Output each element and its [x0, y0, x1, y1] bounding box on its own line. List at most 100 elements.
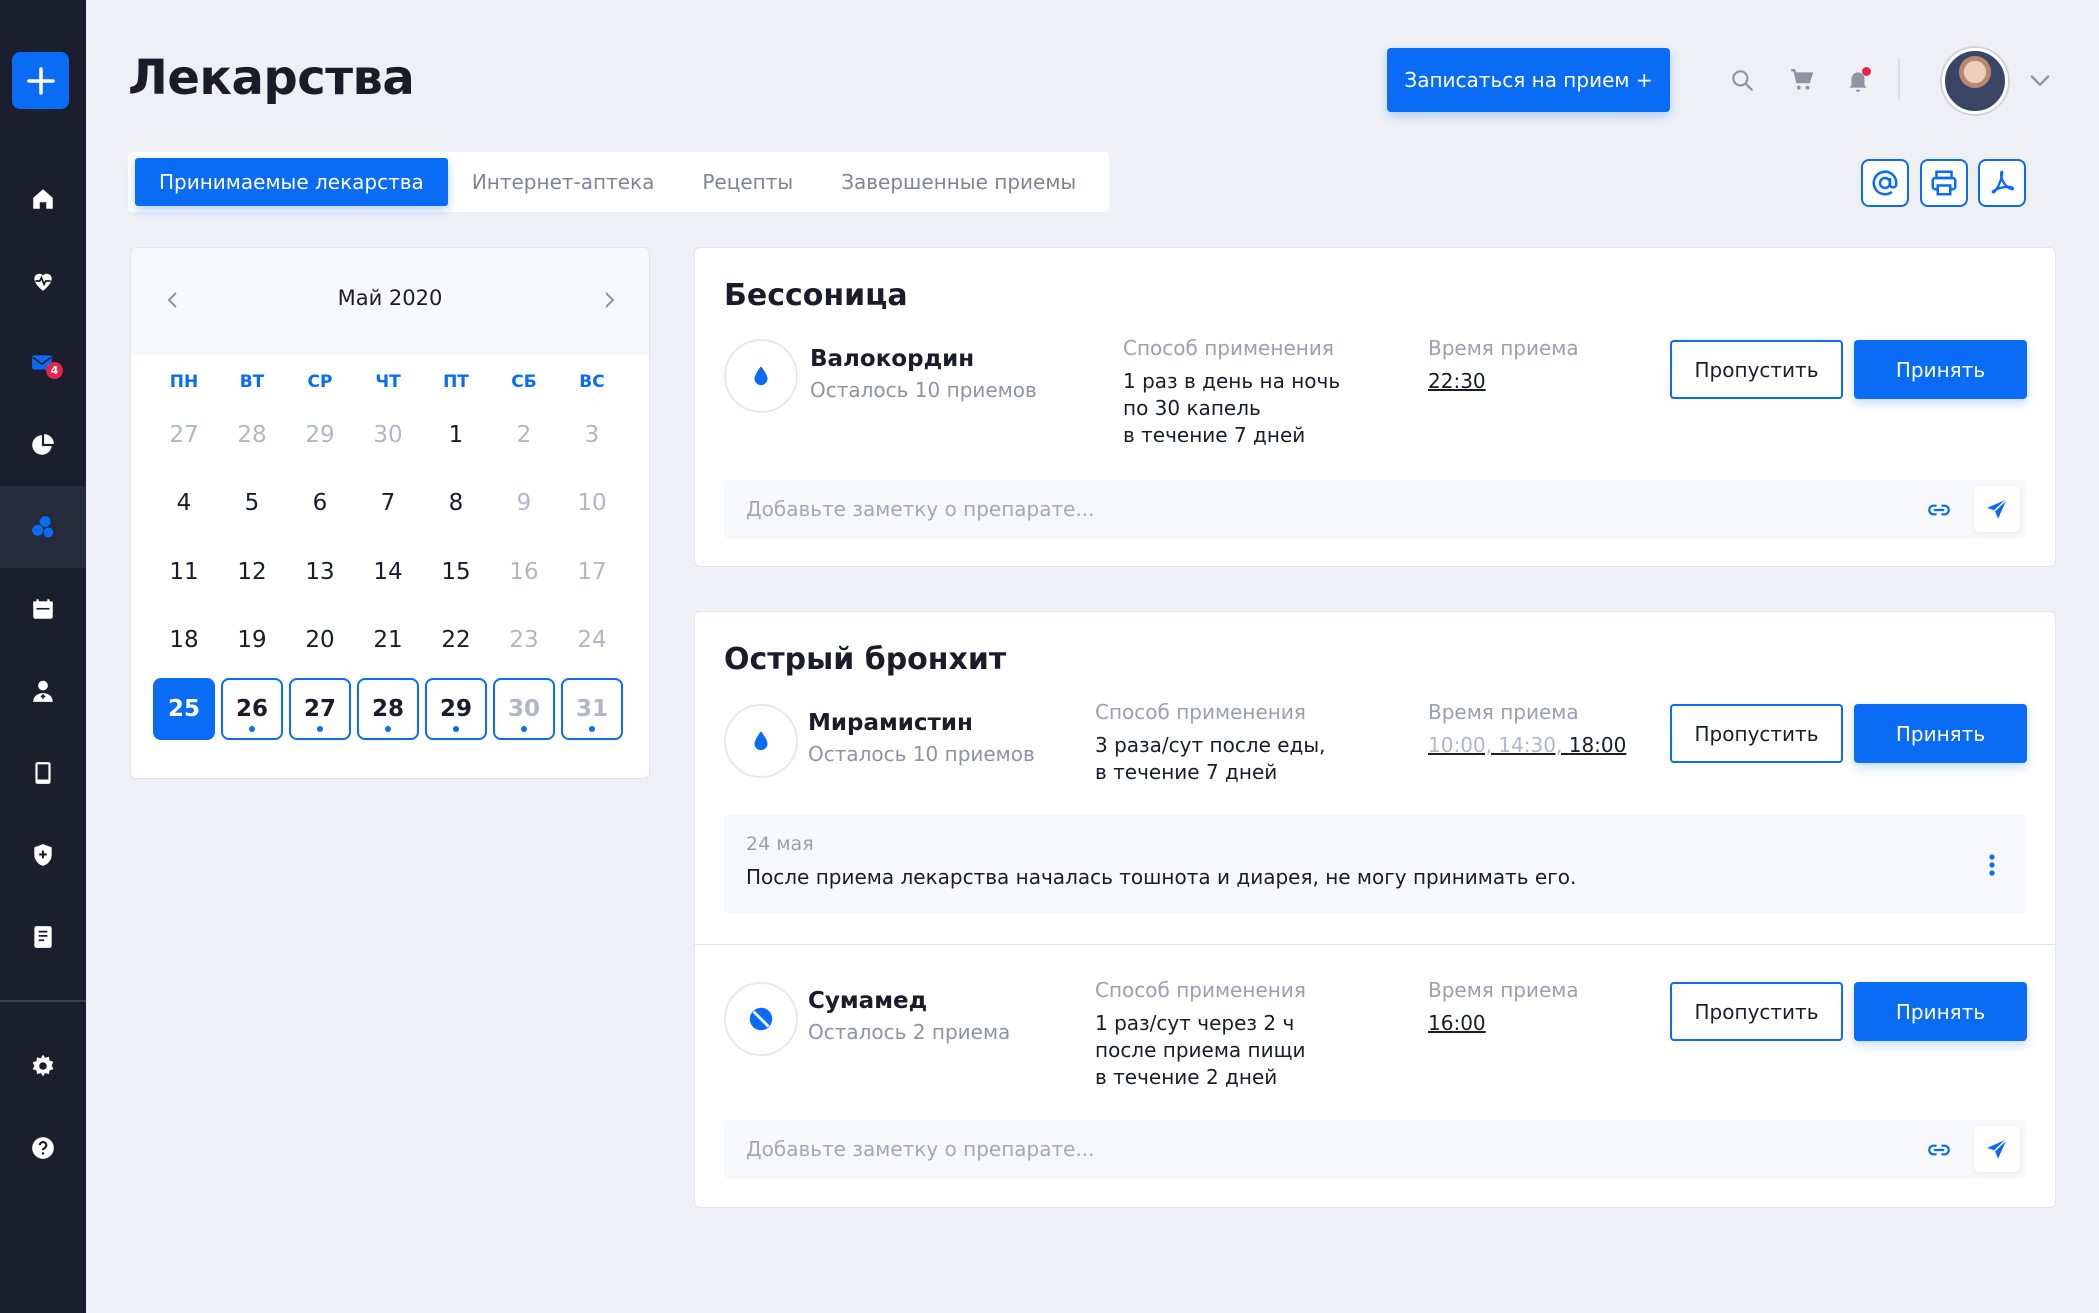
tab-completed[interactable]: Завершенные приемы — [817, 158, 1100, 206]
calendar-day[interactable]: 20 — [289, 609, 351, 671]
calendar-day[interactable]: 15 — [425, 541, 487, 603]
calendar-day[interactable]: 6 — [289, 472, 351, 534]
note-menu-button[interactable] — [1988, 853, 1996, 877]
calendar-day[interactable]: 4 — [153, 472, 215, 534]
calendar-day[interactable]: 12 — [221, 541, 283, 603]
calendar-day[interactable]: 27 — [289, 678, 351, 740]
scheduled-dot — [521, 726, 527, 732]
calendar-day[interactable]: 19 — [221, 609, 283, 671]
calendar-day[interactable]: 28 — [357, 678, 419, 740]
sidebar-item-health[interactable] — [0, 240, 86, 322]
calendar-day[interactable]: 11 — [153, 541, 215, 603]
calendar-day[interactable]: 17 — [561, 541, 623, 603]
calendar-day[interactable]: 29 — [289, 404, 351, 466]
calendar-day[interactable]: 24 — [561, 609, 623, 671]
pdf-button[interactable] — [1978, 159, 2026, 207]
calendar-day[interactable]: 21 — [357, 609, 419, 671]
time-label: Время приема — [1428, 978, 1579, 1002]
medicine-name: Валокордин — [810, 346, 975, 372]
plus-icon — [26, 66, 55, 95]
calendar-day[interactable]: 30 — [493, 678, 555, 740]
skip-button[interactable]: Пропустить — [1670, 704, 1843, 763]
calendar-day[interactable]: 2 — [493, 404, 555, 466]
calendar-day[interactable]: 9 — [493, 472, 555, 534]
send-note-button[interactable] — [1974, 486, 2020, 532]
cart-icon — [1791, 69, 1814, 90]
calendar-day[interactable]: 14 — [357, 541, 419, 603]
calendar-day[interactable]: 13 — [289, 541, 351, 603]
cart-button[interactable] — [1786, 64, 1818, 96]
sidebar-item-devices[interactable] — [0, 732, 86, 814]
sidebar-item-medicines[interactable] — [0, 486, 86, 568]
calendar-day[interactable]: 7 — [357, 472, 419, 534]
add-button[interactable] — [12, 52, 69, 109]
sidebar-item-insurance[interactable] — [0, 814, 86, 896]
tab-current-medicines[interactable]: Принимаемые лекарства — [135, 158, 448, 206]
send-note-button[interactable] — [1974, 1126, 2020, 1172]
time-value: 16:00 — [1428, 1011, 1486, 1035]
weekday-label: СР — [307, 372, 333, 392]
sidebar-item-help[interactable] — [0, 1107, 86, 1189]
page-title: Лекарства — [128, 50, 415, 106]
link-icon — [1928, 504, 1950, 516]
skip-button[interactable]: Пропустить — [1670, 982, 1843, 1041]
method-label: Способ применения — [1095, 978, 1306, 1002]
pills-icon — [32, 516, 54, 538]
method-label: Способ применения — [1123, 336, 1334, 360]
calendar-day[interactable]: 27 — [153, 404, 215, 466]
take-button[interactable]: Принять — [1854, 982, 2027, 1041]
scheduled-dot — [317, 726, 323, 732]
take-button[interactable]: Принять — [1854, 340, 2027, 399]
condition-title: Острый бронхит — [724, 642, 1007, 677]
sidebar-item-doctors[interactable] — [0, 650, 86, 732]
calendar-day[interactable]: 22 — [425, 609, 487, 671]
calendar-day[interactable]: 10 — [561, 472, 623, 534]
sidebar-item-messages[interactable] — [0, 322, 86, 404]
drop-icon — [754, 366, 768, 386]
calendar-next-button[interactable] — [597, 288, 621, 312]
calendar-day[interactable]: 28 — [221, 404, 283, 466]
tab-prescriptions[interactable]: Рецепты — [678, 158, 817, 206]
calendar-header: Май 2020 — [131, 248, 649, 355]
take-button[interactable]: Принять — [1854, 704, 2027, 763]
print-button[interactable] — [1920, 159, 1968, 207]
calendar-day[interactable]: 25 — [153, 678, 215, 740]
calendar-day[interactable]: 8 — [425, 472, 487, 534]
email-button[interactable] — [1861, 159, 1909, 207]
send-icon — [1987, 498, 2008, 519]
skip-button[interactable]: Пропустить — [1670, 340, 1843, 399]
calendar-day[interactable]: 18 — [153, 609, 215, 671]
note-input[interactable] — [724, 1120, 1904, 1178]
more-vertical-icon — [1989, 854, 1995, 876]
doctor-icon — [33, 680, 53, 702]
saved-note: 24 мая После приема лекарства началась т… — [724, 815, 2026, 913]
calendar-day[interactable]: 29 — [425, 678, 487, 740]
time-value: 10:00, 14:30, 18:00 — [1428, 733, 1627, 757]
sidebar-item-calendar[interactable] — [0, 568, 86, 650]
profile-menu-button[interactable] — [2026, 66, 2054, 94]
calendar-day[interactable]: 3 — [561, 404, 623, 466]
weekday-label: ПН — [169, 372, 199, 392]
pdf-icon — [1991, 170, 2015, 194]
search-button[interactable] — [1726, 64, 1758, 96]
book-appointment-button[interactable]: Записаться на прием + — [1387, 48, 1670, 112]
calendar-day[interactable]: 1 — [425, 404, 487, 466]
calendar-day[interactable]: 5 — [221, 472, 283, 534]
attach-link-button[interactable] — [1926, 1137, 1952, 1163]
calendar-day[interactable]: 26 — [221, 678, 283, 740]
sidebar-item-home[interactable] — [0, 158, 86, 240]
link-icon — [1928, 1144, 1950, 1156]
note-input[interactable] — [724, 480, 1904, 538]
calendar-day[interactable]: 23 — [493, 609, 555, 671]
calendar-day[interactable]: 16 — [493, 541, 555, 603]
sidebar-item-settings[interactable] — [0, 1025, 86, 1107]
calendar-day[interactable]: 30 — [357, 404, 419, 466]
tab-online-pharmacy[interactable]: Интернет-аптека — [448, 158, 679, 206]
attach-link-button[interactable] — [1926, 497, 1952, 523]
drop-icon — [754, 731, 768, 751]
calendar-day[interactable]: 31 — [561, 678, 623, 740]
sidebar-item-reports[interactable] — [0, 404, 86, 486]
sidebar-item-records[interactable] — [0, 896, 86, 978]
avatar[interactable] — [1942, 48, 2008, 114]
scheduled-dot — [249, 726, 255, 732]
